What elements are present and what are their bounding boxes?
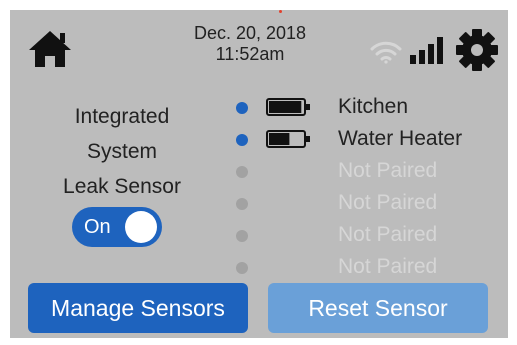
gear-icon[interactable] <box>455 28 499 72</box>
date-time-display: Dec. 20, 2018 11:52am <box>180 23 320 65</box>
time-label: 11:52am <box>215 44 285 64</box>
unpaired-status-dot <box>236 262 248 274</box>
date-label: Dec. 20, 2018 <box>193 23 307 43</box>
sensor-row[interactable]: Not Paired <box>236 158 496 186</box>
unpaired-status-dot <box>236 166 248 178</box>
system-title: Integrated System Leak Sensor <box>38 99 206 204</box>
sensor-name: Not Paired <box>338 223 438 246</box>
paired-status-dot <box>236 102 248 114</box>
reset-sensor-button[interactable]: Reset Sensor <box>268 283 488 333</box>
unpaired-status-dot <box>236 230 248 242</box>
device-screen: Dec. 20, 2018 11:52am Integrated System … <box>10 10 508 338</box>
unpaired-status-dot <box>236 198 248 210</box>
sensor-name: Kitchen <box>338 95 409 118</box>
toggle-knob <box>125 211 157 243</box>
wifi-icon <box>370 40 402 64</box>
title-line-3: Leak Sensor <box>63 175 181 198</box>
sensor-name: Not Paired <box>338 159 438 182</box>
sensor-name: Not Paired <box>338 191 438 214</box>
battery-icon <box>266 130 310 148</box>
sensor-row[interactable]: Water Heater <box>236 126 496 154</box>
battery-icon <box>266 98 310 116</box>
home-icon[interactable] <box>27 29 73 69</box>
title-line-1: Integrated <box>74 105 170 128</box>
title-line-2: System <box>86 140 157 163</box>
sensor-row[interactable]: Kitchen <box>236 94 496 122</box>
toggle-label: On <box>84 216 111 238</box>
system-on-toggle[interactable]: On <box>72 207 162 247</box>
signal-bars-icon <box>408 35 444 65</box>
paired-status-dot <box>236 134 248 146</box>
status-led <box>279 10 282 13</box>
sensor-row[interactable]: Not Paired <box>236 190 496 218</box>
manage-sensors-button[interactable]: Manage Sensors <box>28 283 248 333</box>
sensor-name: Not Paired <box>338 255 438 278</box>
sensor-row[interactable]: Not Paired <box>236 222 496 250</box>
sensor-row[interactable]: Not Paired <box>236 254 496 282</box>
sensor-name: Water Heater <box>338 127 463 150</box>
